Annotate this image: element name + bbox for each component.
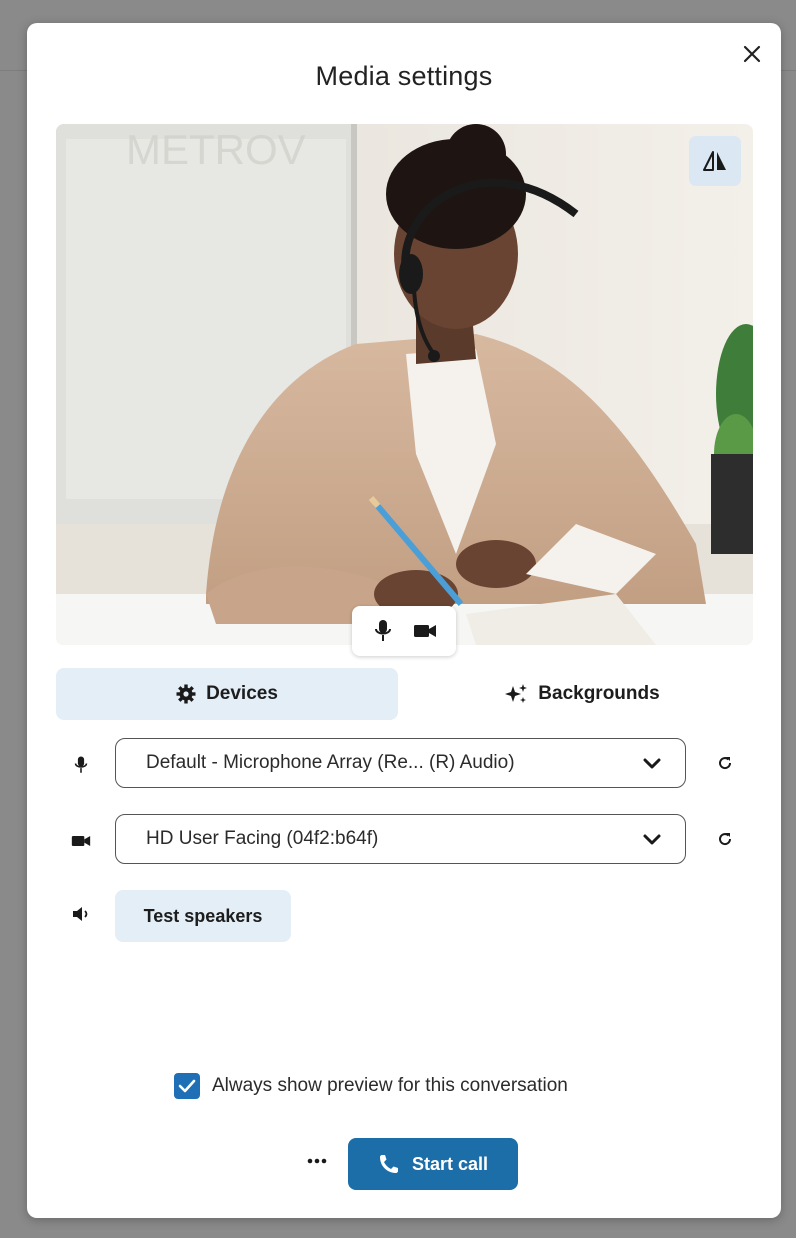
speaker-icon	[71, 905, 93, 927]
mirror-video-button[interactable]	[689, 136, 741, 186]
refresh-icon	[719, 833, 732, 846]
sparkle-icon	[505, 684, 528, 703]
tab-devices-label: Devices	[206, 683, 278, 704]
tab-backgrounds-label: Backgrounds	[538, 683, 660, 704]
always-show-preview-checkbox[interactable]	[174, 1073, 200, 1099]
tab-devices[interactable]: Devices	[56, 668, 398, 720]
camera-select[interactable]: HD User Facing (04f2:b64f)	[115, 814, 686, 864]
microphone-select-value: Default - Microphone Array (Re... (R) Au…	[146, 752, 515, 773]
always-show-preview-label: Always show preview for this conversatio…	[212, 1075, 568, 1096]
microphone-icon	[70, 754, 92, 776]
mirror-icon	[703, 151, 726, 171]
camera-icon	[70, 830, 92, 852]
mute-microphone-button[interactable]	[365, 613, 401, 649]
chevron-down-icon	[643, 834, 661, 845]
refresh-camera-button[interactable]	[714, 828, 736, 850]
chevron-down-icon	[643, 758, 661, 769]
camera-preview-image: METROV	[56, 124, 753, 645]
camera-row: HD User Facing (04f2:b64f)	[56, 814, 753, 866]
more-options-button[interactable]	[304, 1148, 330, 1174]
media-settings-dialog: Media settings METROV Devices Background…	[27, 23, 781, 1218]
checkmark-icon	[178, 1079, 196, 1093]
tab-backgrounds[interactable]: Backgrounds	[411, 668, 753, 720]
start-call-button[interactable]: Start call	[348, 1138, 518, 1190]
toggle-camera-button[interactable]	[407, 613, 443, 649]
camera-icon	[414, 625, 436, 637]
always-show-preview-option[interactable]: Always show preview for this conversatio…	[174, 1071, 568, 1101]
svg-text:METROV: METROV	[126, 126, 306, 173]
dialog-title: Media settings	[315, 61, 493, 91]
more-horizontal-icon	[307, 1158, 327, 1164]
microphone-icon	[375, 620, 391, 641]
gear-icon	[176, 684, 196, 704]
settings-tabs: Devices Backgrounds	[56, 668, 753, 720]
phone-icon	[379, 1155, 398, 1173]
camera-preview: METROV	[56, 124, 753, 645]
start-call-label: Start call	[411, 1153, 489, 1174]
microphone-select[interactable]: Default - Microphone Array (Re... (R) Au…	[115, 738, 686, 788]
refresh-microphone-button[interactable]	[714, 752, 736, 774]
microphone-row: Default - Microphone Array (Re... (R) Au…	[56, 738, 753, 790]
refresh-icon	[719, 757, 732, 770]
preview-media-toggles	[352, 606, 456, 656]
camera-select-value: HD User Facing (04f2:b64f)	[146, 828, 379, 849]
test-speakers-button[interactable]: Test speakers	[115, 890, 291, 942]
